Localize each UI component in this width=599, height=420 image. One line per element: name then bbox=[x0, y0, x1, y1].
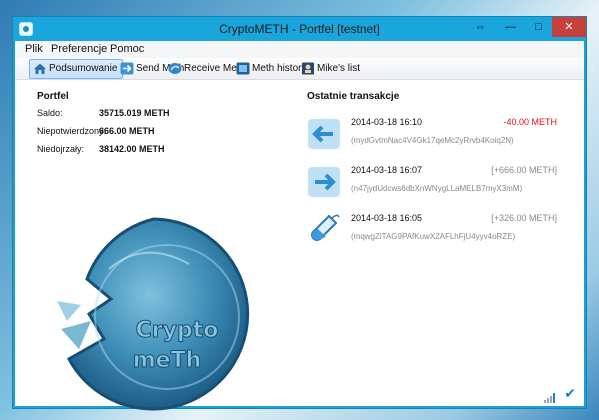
transaction-row[interactable]: 2014-03-18 16:10 -40.00 METH (mydGvtmNac… bbox=[305, 115, 565, 157]
tab-history[interactable]: Meth history bbox=[233, 59, 306, 79]
transaction-date: 2014-03-18 16:10 bbox=[351, 117, 423, 127]
menu-file[interactable]: Plik bbox=[25, 43, 43, 55]
network-signal-icon[interactable] bbox=[544, 390, 556, 403]
immature-value[interactable]: 38142.00 METH bbox=[99, 144, 165, 154]
sync-complete-check-icon[interactable]: ✔ bbox=[564, 385, 576, 402]
crypto-meth-coin-logo: Crypto meTh bbox=[49, 209, 259, 419]
transaction-date: 2014-03-18 16:07 bbox=[351, 165, 423, 175]
tab-mikes-list[interactable]: Mike's list bbox=[298, 59, 360, 79]
maximize-button[interactable]: □ bbox=[525, 17, 552, 37]
coin-text-line1: Crypto bbox=[136, 318, 219, 343]
transaction-address: (mqwgZiTAG9PAfKuwX2AFLhFjU4yyv4oRZE) bbox=[351, 232, 516, 241]
address-book-icon bbox=[301, 62, 315, 75]
tab-overview-label: Podsumowanie bbox=[49, 63, 118, 74]
send-arrow-icon bbox=[120, 62, 134, 75]
transaction-address: (mydGvtmNac4V4Gk17qeMc2yRrvb4Koiq2N) bbox=[351, 136, 514, 145]
transaction-date: 2014-03-18 16:05 bbox=[351, 213, 423, 223]
transaction-row[interactable]: 2014-03-18 16:05 [+326.00 METH] (mqwgZiT… bbox=[305, 211, 565, 253]
recent-transactions-heading: Ostatnie transakcje bbox=[307, 91, 400, 102]
immature-label: Niedojrzały: bbox=[37, 144, 85, 154]
close-button[interactable]: ✕ bbox=[552, 17, 586, 37]
balance-value[interactable]: 35715.019 METH bbox=[99, 108, 170, 118]
tab-overview[interactable]: Podsumowanie bbox=[29, 59, 124, 79]
transaction-row[interactable]: 2014-03-18 16:07 [+666.00 METH] (n47jydU… bbox=[305, 163, 565, 205]
transaction-address: (n47jydUdcws6dbXnWNygLLaMELB7myX3mM) bbox=[351, 184, 523, 193]
transaction-amount: [+666.00 METH] bbox=[491, 165, 557, 175]
test-tube-icon bbox=[305, 211, 343, 249]
wallet-heading: Portfel bbox=[37, 91, 69, 102]
minimize-button[interactable]: — bbox=[497, 17, 524, 37]
home-icon bbox=[33, 62, 47, 75]
receive-icon bbox=[168, 62, 182, 75]
transaction-amount: -40.00 METH bbox=[503, 117, 557, 127]
unconfirmed-value[interactable]: 666.00 METH bbox=[99, 126, 155, 136]
title-bar[interactable]: CryptoMETH - Portfel [testnet] ⇔ — □ ✕ bbox=[13, 17, 586, 41]
tab-mikes-list-label: Mike's list bbox=[317, 63, 361, 74]
client-area: Plik Preferencje Pomoc Podsumowanie Send… bbox=[15, 41, 584, 411]
app-window: CryptoMETH - Portfel [testnet] ⇔ — □ ✕ P… bbox=[12, 16, 587, 411]
received-arrow-icon bbox=[305, 163, 343, 201]
unconfirmed-label: Niepotwierdzony: bbox=[37, 126, 107, 136]
menu-preferences[interactable]: Preferencje bbox=[51, 43, 107, 55]
resize-icon: ⇔ bbox=[475, 21, 486, 33]
sent-arrow-icon bbox=[305, 115, 343, 153]
menu-bar: Plik Preferencje Pomoc bbox=[15, 41, 584, 58]
toolbar: Podsumowanie Send Meth Receive Meth Meth… bbox=[15, 58, 584, 80]
balance-label: Saldo: bbox=[37, 108, 63, 118]
coin-text-line2: meTh bbox=[133, 348, 202, 373]
history-icon bbox=[236, 62, 250, 75]
menu-help[interactable]: Pomoc bbox=[110, 43, 144, 55]
transaction-amount: [+326.00 METH] bbox=[491, 213, 557, 223]
overview-page: Portfel Saldo: 35715.019 METH Niepotwier… bbox=[15, 81, 584, 411]
